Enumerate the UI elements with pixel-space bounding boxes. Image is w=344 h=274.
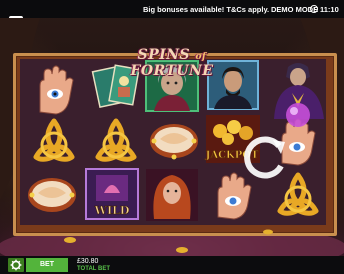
clock-icon (310, 5, 318, 13)
wild-label: WILD (94, 204, 130, 217)
game-title-logo: SPINS of FORTUNE (96, 47, 248, 79)
clock-time: 11:10 (320, 5, 339, 14)
total-bet-label: TOTAL BET (77, 266, 110, 272)
crystal-ball-symbol (286, 103, 310, 127)
title-word: FORTUNE (130, 63, 214, 79)
status-bar: Big bonuses available! T&Cs apply. DEMO … (0, 0, 344, 18)
gear-icon (10, 259, 22, 271)
bottom-bar: BET £30.80 TOTAL BET (0, 256, 344, 274)
tambourine-symbol (28, 178, 76, 212)
title-word: SPINS (137, 47, 191, 63)
game-stage: Big bonuses available! T&Cs apply. DEMO … (0, 0, 344, 274)
settings-button[interactable] (8, 258, 24, 272)
reload-icon[interactable] (235, 128, 295, 188)
bet-button[interactable]: BET (26, 258, 68, 272)
promo-banner[interactable]: Big bonuses available! T&Cs apply. (143, 5, 269, 14)
table-coins (64, 229, 273, 253)
balance-value: £30.80 (77, 258, 99, 265)
redhead-woman-symbol (146, 169, 198, 221)
mystic-man-symbol (207, 60, 259, 110)
title-of: of (195, 52, 207, 62)
